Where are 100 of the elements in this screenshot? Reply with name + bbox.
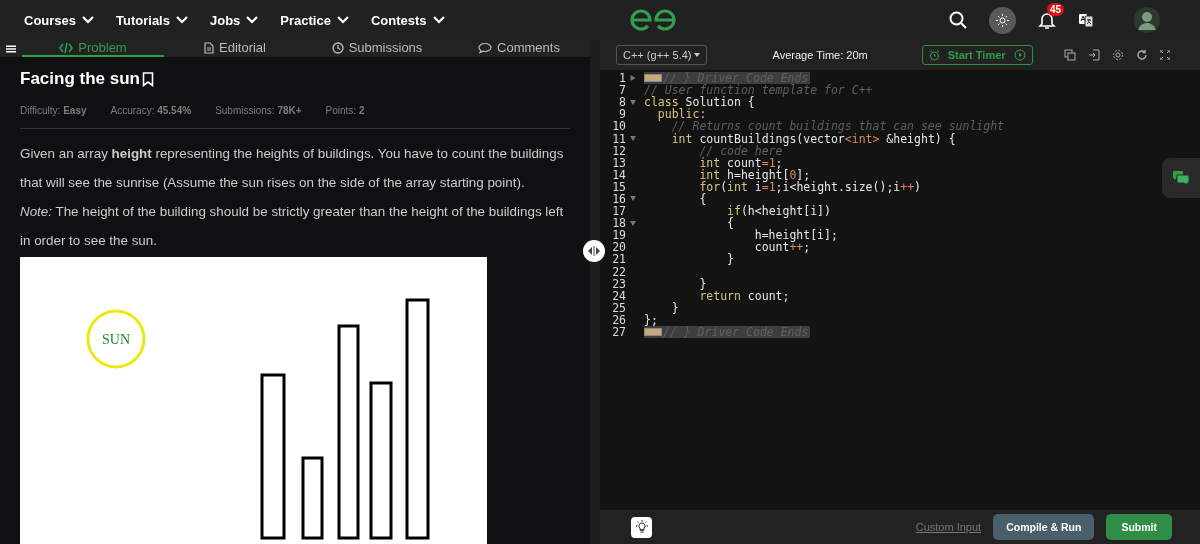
tab[interactable]: Comments xyxy=(448,40,590,57)
code-line: int count=1; xyxy=(698,156,783,169)
code-line: } xyxy=(726,253,734,266)
exit-icon[interactable] xyxy=(1088,49,1100,61)
nav-menu[interactable]: Jobs xyxy=(209,12,259,28)
line-number: 13 xyxy=(611,156,626,169)
line-number: 9 xyxy=(619,108,626,121)
chevron-icon xyxy=(432,16,445,24)
problem-description: Given an array height representing the heights of buildings. You have to count the buildings that will see the sunrise (Assume the sun rises on the side of the array starting point). xyxy=(20,145,565,192)
chevron-icon xyxy=(82,16,95,24)
hint-button[interactable] xyxy=(631,516,652,538)
refresh-icon[interactable] xyxy=(1136,49,1148,61)
play-icon xyxy=(1013,49,1026,61)
code-line: { xyxy=(698,193,707,205)
folded-code-marker[interactable] xyxy=(644,74,662,83)
line-number: 23 xyxy=(611,277,626,290)
line-number: 19 xyxy=(611,229,626,242)
chat-icon xyxy=(478,41,493,54)
code-line: int countBuildings(vector<int> &height) { xyxy=(670,132,956,145)
sun-drawing xyxy=(86,309,146,369)
line-number: 20 xyxy=(611,241,626,254)
line-number: 27 xyxy=(611,326,626,338)
fold-arrow-icon[interactable] xyxy=(630,136,636,141)
line-number: 10 xyxy=(611,120,626,133)
code-line: count++; xyxy=(753,241,811,254)
code-line: h=height[i]; xyxy=(753,229,838,242)
document-icon xyxy=(204,41,214,54)
chat-button[interactable] xyxy=(1162,158,1200,198)
theme-toggle[interactable] xyxy=(989,6,1016,34)
nav-menu[interactable]: Courses xyxy=(24,12,95,28)
custom-input-link[interactable]: Custom Input xyxy=(915,521,982,533)
code-line: public: xyxy=(656,108,707,121)
line-number: 17 xyxy=(611,205,626,218)
sun-label: SUN xyxy=(102,332,130,347)
search-icon[interactable] xyxy=(949,11,967,29)
submit-button[interactable]: Submit xyxy=(1106,514,1172,540)
problem-stat: Difficulty: Easy xyxy=(20,105,87,116)
caret-icon xyxy=(693,53,700,57)
line-number: 11 xyxy=(611,132,626,145)
fullscreen-icon[interactable] xyxy=(1160,50,1170,60)
nav-menu[interactable]: Contests xyxy=(370,12,445,28)
chevron-icon xyxy=(175,16,188,24)
line-number: 21 xyxy=(611,253,626,266)
alarm-clock-icon xyxy=(928,49,940,61)
translate-icon[interactable] xyxy=(1078,12,1094,28)
line-number: 12 xyxy=(611,144,626,157)
code-line: // code here xyxy=(698,144,783,157)
problem-stat: Points: 2 xyxy=(325,105,365,116)
nav-menu[interactable]: Tutorials xyxy=(116,12,188,28)
nav-menu[interactable]: Practice xyxy=(280,12,349,28)
chevron-icon xyxy=(336,16,349,24)
code-line: for(int i=1;i<height.size();i++) xyxy=(698,180,922,193)
tab[interactable]: Editorial xyxy=(164,40,306,57)
sun-icon xyxy=(996,13,1009,27)
problem-stat: Submissions: 78K+ xyxy=(215,105,302,116)
fold-arrow-icon[interactable] xyxy=(630,75,636,82)
line-number: 8 xyxy=(618,96,626,109)
chat-icon xyxy=(1172,170,1190,186)
average-time: Average Time: 20m xyxy=(772,49,868,61)
tab[interactable]: Problem xyxy=(22,40,164,57)
line-number: 26 xyxy=(611,313,626,326)
line-number: 18 xyxy=(611,217,626,230)
code-line: }; xyxy=(644,313,658,326)
fold-arrow-icon[interactable] xyxy=(630,196,636,202)
line-number: 25 xyxy=(611,301,626,314)
line-number: 14 xyxy=(611,168,626,181)
code-line: return count; xyxy=(698,289,790,302)
problem-description: Note: The height of the building should be strictly greater than the height of the buildings left in order to see the sun. xyxy=(20,203,565,250)
code-line: // User function template for C++ xyxy=(644,84,873,97)
code-line: class Solution { xyxy=(644,96,755,109)
code-line: int h=height[0]; xyxy=(698,168,811,181)
start-timer-button[interactable]: Start Timer xyxy=(921,45,1033,65)
fold-arrow-icon[interactable] xyxy=(630,220,636,226)
code-line: // Returns count buildings that can see sunlight xyxy=(671,120,1005,133)
line-number: 24 xyxy=(611,289,626,302)
logo-icon[interactable] xyxy=(628,9,677,31)
lightbulb-icon xyxy=(634,520,649,534)
clock-icon xyxy=(331,41,344,54)
code-line: } xyxy=(670,301,679,314)
line-number: 16 xyxy=(611,193,626,205)
code-icon xyxy=(59,41,74,54)
line-number: 1 xyxy=(618,72,626,85)
notification-badge: 45 xyxy=(1047,2,1065,16)
code-line: } xyxy=(698,277,707,290)
settings-icon[interactable] xyxy=(1112,49,1124,61)
compile-run-button[interactable]: Compile & Run xyxy=(993,514,1095,540)
line-number: 15 xyxy=(611,180,626,193)
language-select[interactable]: C++ (g++ 5.4) xyxy=(616,45,707,65)
bookmark-icon[interactable] xyxy=(141,71,154,87)
line-number: 22 xyxy=(611,265,626,278)
chevron-icon xyxy=(246,16,259,24)
fold-arrow-icon[interactable] xyxy=(630,99,636,105)
code-line: if(h<height[i]) xyxy=(726,205,831,218)
avatar[interactable] xyxy=(1134,7,1160,33)
copy-icon[interactable] xyxy=(1064,49,1076,61)
tab[interactable]: Submissions xyxy=(306,40,448,57)
folded-code-marker[interactable] xyxy=(644,328,662,336)
code-line: { xyxy=(726,217,734,230)
line-number: 7 xyxy=(618,84,626,97)
problem-stat: Accuracy: 45.54% xyxy=(110,105,192,116)
